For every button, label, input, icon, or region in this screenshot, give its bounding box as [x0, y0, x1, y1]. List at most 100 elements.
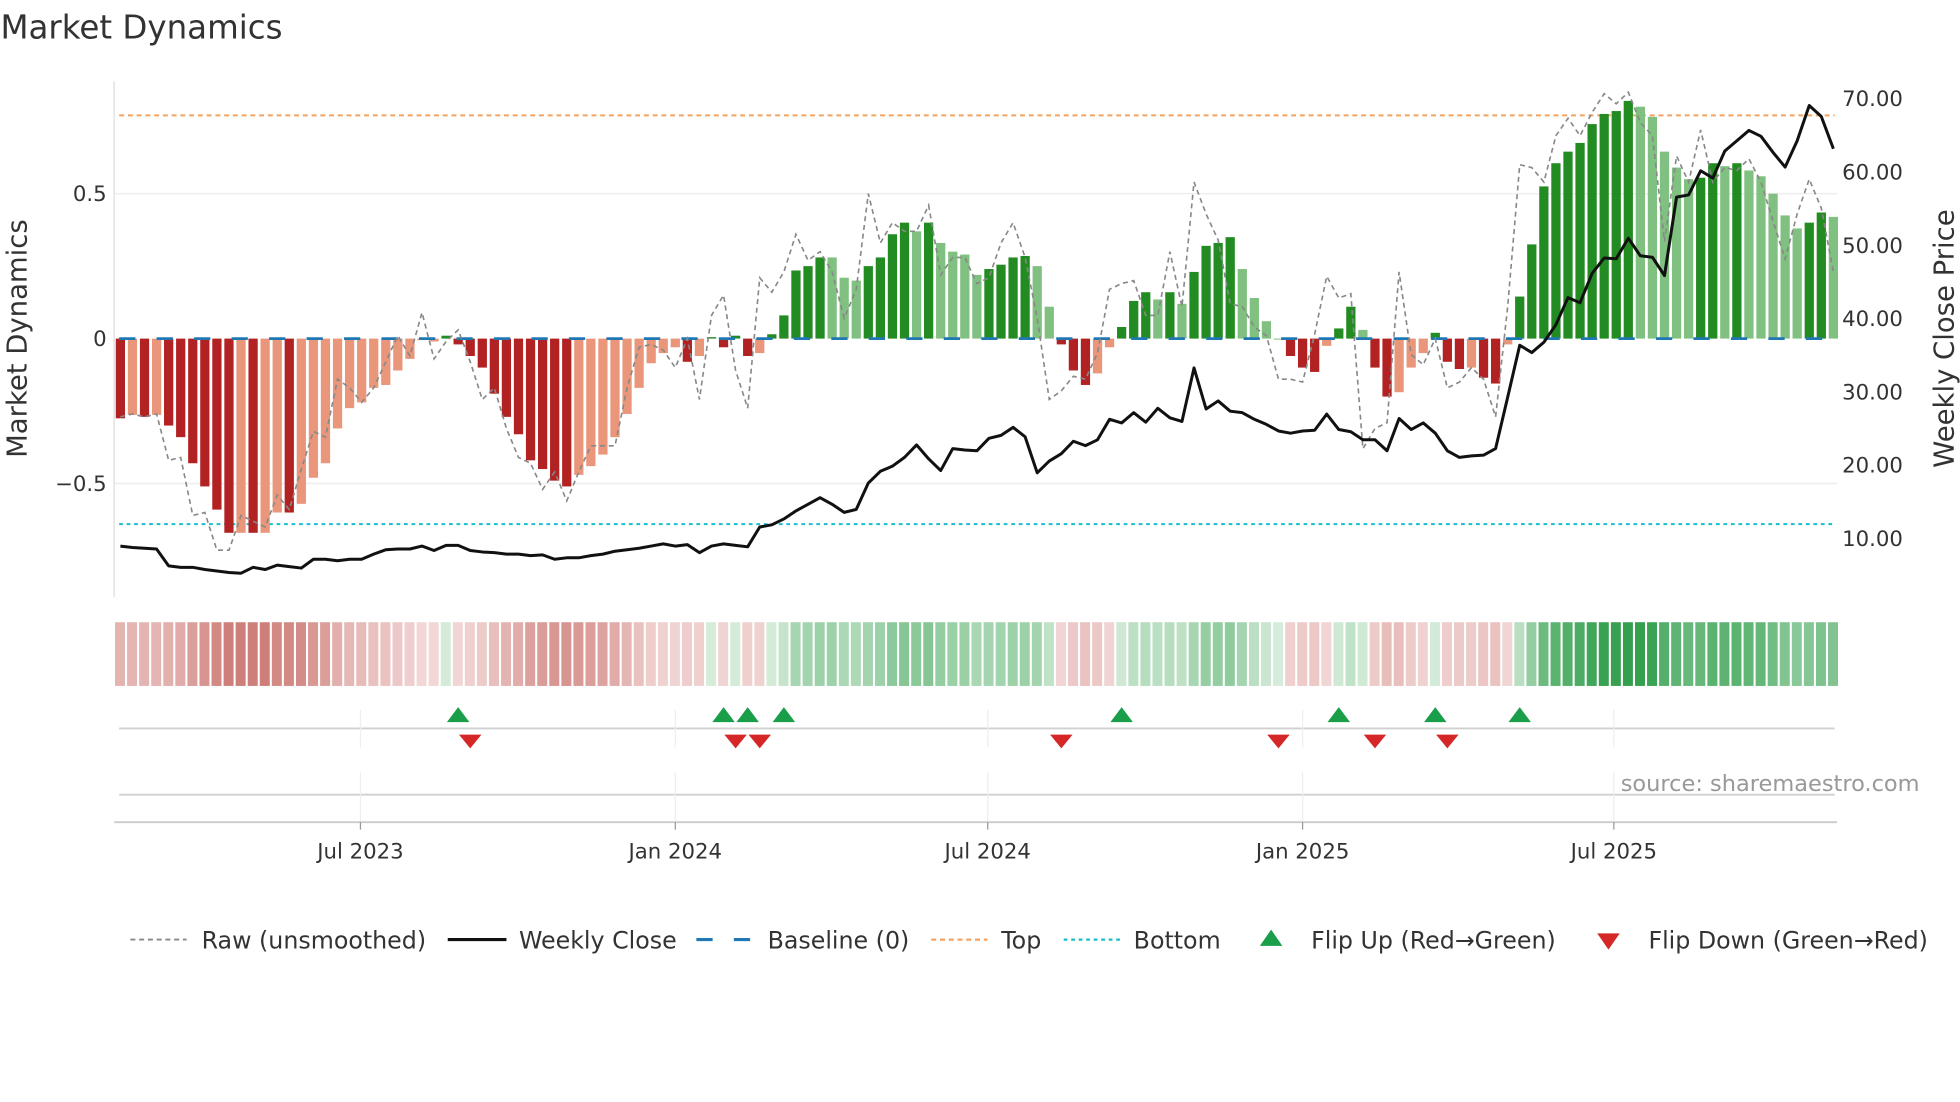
strip-cell — [1321, 622, 1332, 686]
strip-cell — [525, 622, 536, 686]
strip-cell — [1454, 622, 1465, 686]
strip-cell — [1164, 622, 1175, 686]
dynamics-bar — [1370, 338, 1380, 368]
dynamics-bar — [1334, 328, 1344, 339]
strip-cell — [1634, 622, 1645, 686]
strip-cell — [295, 622, 306, 686]
strip-cell — [1393, 622, 1404, 686]
strip-cell — [597, 622, 608, 686]
strip-cell — [1707, 622, 1718, 686]
strip-cell — [790, 622, 801, 686]
dynamics-bar — [1551, 163, 1561, 339]
strip-cell — [850, 622, 861, 686]
market-dynamics-chart: Market Dynamics 0.5 0 −0.5 70.00 60.00 50.00… — [0, 9, 1960, 955]
legend-bottom-label: Bottom — [1134, 926, 1221, 954]
strip-cell — [1381, 622, 1392, 686]
dynamics-bar — [960, 254, 970, 339]
strip-cell — [1659, 622, 1670, 686]
dynamics-bar — [1297, 338, 1308, 368]
strip-cell — [1007, 622, 1018, 686]
strip-cell — [633, 622, 644, 686]
strip-cell — [1441, 622, 1452, 686]
strip-cell — [899, 622, 910, 686]
dynamics-bar — [911, 231, 922, 339]
strip-cell — [1562, 622, 1573, 686]
strip-cell — [1116, 622, 1127, 686]
strip-cell — [368, 622, 379, 686]
flip-down-marker — [1436, 734, 1459, 749]
legend-flip-down-icon — [1597, 933, 1620, 950]
dynamics-bar — [1575, 142, 1585, 339]
strip-cell — [537, 622, 548, 686]
strip-cell — [1200, 622, 1211, 686]
dynamics-bar — [1237, 269, 1247, 339]
strip-cell — [1828, 622, 1838, 686]
strip-cell — [392, 622, 403, 686]
strip-cell — [669, 622, 680, 686]
strip-cell — [223, 622, 234, 686]
dynamics-bar — [477, 338, 487, 368]
dynamics-bar — [863, 266, 873, 339]
dynamics-bar — [1647, 116, 1658, 339]
strip-cell — [1297, 622, 1308, 686]
strip-cell — [151, 622, 162, 686]
dynamics-bar — [743, 338, 753, 356]
dynamics-bar — [1696, 177, 1706, 339]
flip-markers — [119, 707, 1835, 823]
chart-title: Market Dynamics — [0, 9, 282, 47]
dynamics-bar — [357, 338, 367, 403]
flip-down-marker — [458, 734, 482, 749]
strip-cell — [1815, 622, 1826, 686]
legend-raw-label: Raw (unsmoothed) — [202, 926, 426, 954]
dynamics-bar — [393, 338, 403, 371]
strip-cell — [1188, 622, 1199, 686]
dynamics-bar — [1539, 186, 1549, 339]
legend-flip-up-label: Flip Up (Red→Green) — [1311, 926, 1556, 954]
x-tick-label: Jul 2023 — [315, 839, 403, 864]
strip-cell — [573, 622, 584, 686]
dynamics-bar — [1828, 216, 1838, 339]
strip-cell — [911, 622, 922, 686]
strip-cell — [1405, 622, 1416, 686]
dynamics-bar — [948, 251, 958, 339]
strip-cell — [1055, 622, 1066, 686]
strip-cell — [959, 622, 970, 686]
strip-cell — [1671, 622, 1682, 686]
strip-cell — [1031, 622, 1042, 686]
dynamics-bar — [188, 338, 198, 464]
dynamics-bar — [1599, 113, 1609, 339]
strip-cell — [513, 622, 524, 686]
dynamics-bar — [924, 222, 934, 339]
strip-cell — [1140, 622, 1151, 686]
dynamics-bar — [513, 338, 524, 435]
strip-cell — [247, 622, 258, 686]
flip-up-marker — [772, 707, 796, 723]
dynamics-bar — [598, 338, 608, 455]
strip-cell — [862, 622, 873, 686]
strip-cell — [1261, 622, 1272, 686]
dynamics-bar — [1720, 166, 1730, 339]
dynamics-bar — [1068, 338, 1079, 371]
dynamics-bar — [344, 338, 355, 409]
strip-cell — [332, 622, 343, 686]
dynamics-bar — [550, 338, 560, 481]
strip-cell — [1743, 622, 1754, 686]
strip-cell — [1610, 622, 1621, 686]
dynamics-bar — [308, 338, 319, 478]
strip-cell — [609, 622, 620, 686]
strip-cell — [1345, 622, 1356, 686]
strip-cell — [283, 622, 294, 686]
y-axis-label: Market Dynamics — [2, 219, 34, 458]
strip-cell — [718, 622, 729, 686]
strip-cell — [778, 622, 789, 686]
strip-cell — [947, 622, 958, 686]
strip-cell — [1514, 622, 1525, 686]
strip-cell — [1683, 622, 1694, 686]
strip-cell — [826, 622, 837, 686]
dynamics-bar — [1732, 163, 1742, 339]
dynamics-bar — [1418, 338, 1428, 354]
strip-cell — [1212, 622, 1223, 686]
strip-cell — [259, 622, 270, 686]
dynamics-bar — [164, 338, 174, 426]
y-tick-label: −0.5 — [55, 472, 107, 497]
